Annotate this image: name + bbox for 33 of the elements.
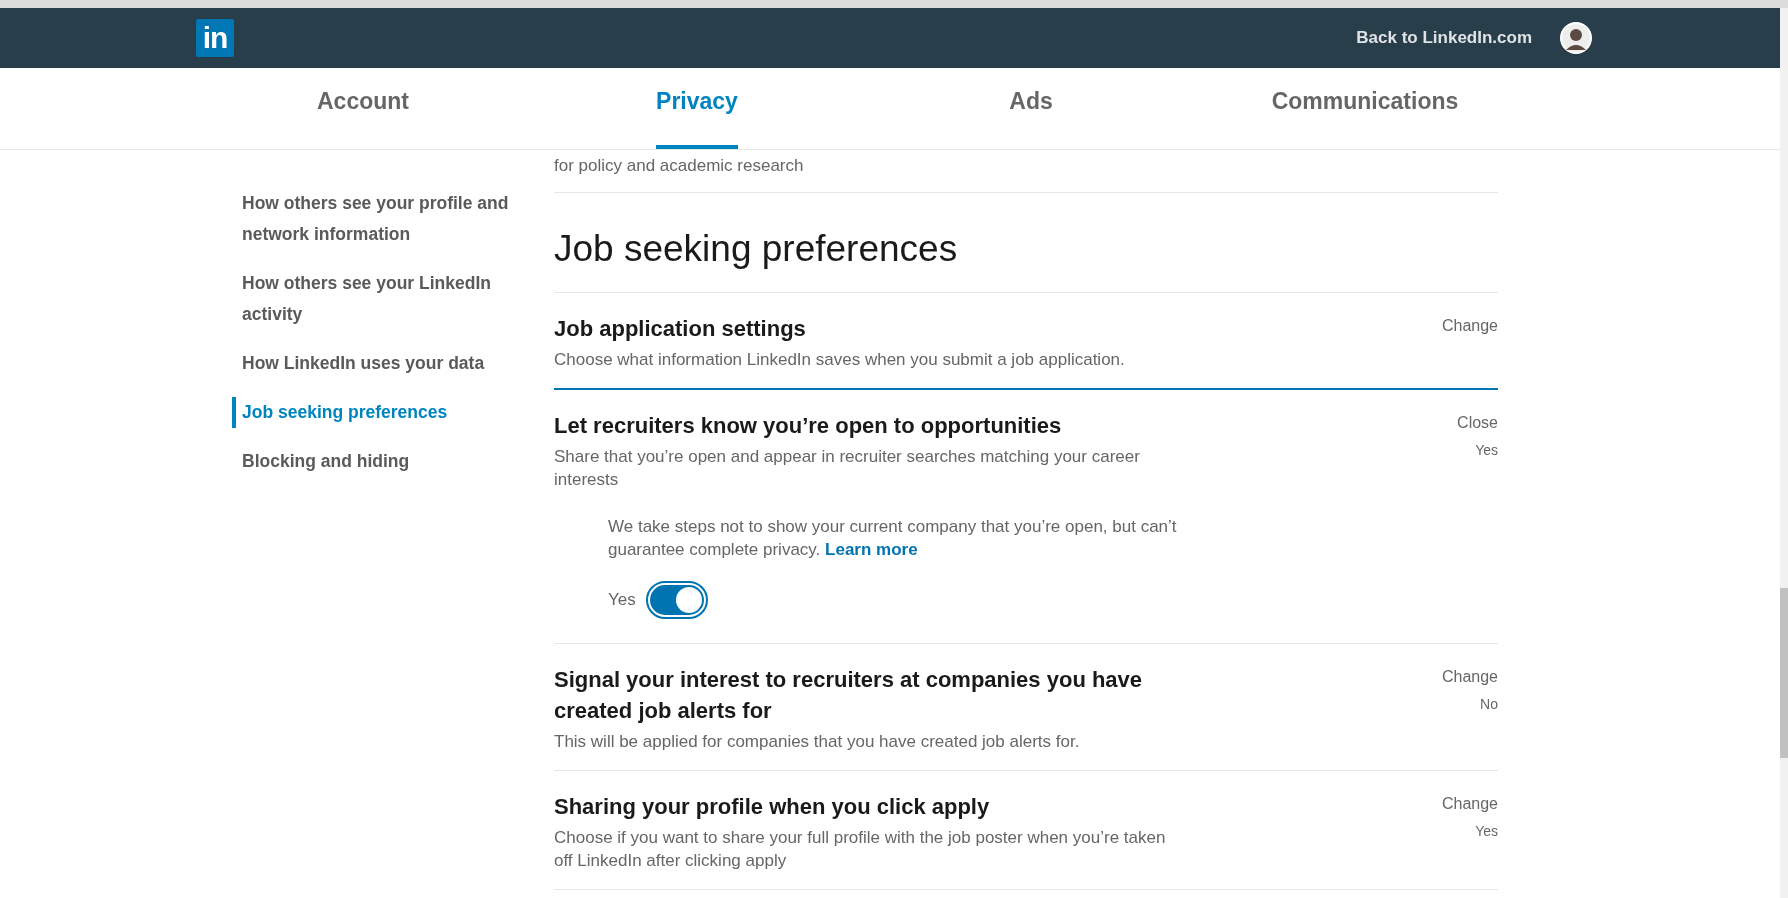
avatar-icon[interactable] [1560, 22, 1592, 54]
sidebar-item[interactable]: How LinkedIn uses your data [232, 348, 518, 379]
privacy-note: We take steps not to show your current company that you’re open, but can’t guarantee complete privacy. Learn more [608, 516, 1178, 561]
learn-more-link[interactable]: Learn more [825, 540, 918, 559]
close-link[interactable]: Close [1457, 414, 1498, 432]
setting-value: No [1480, 696, 1498, 712]
setting-description: Choose what information LinkedIn saves when you submit a job application. [554, 349, 1126, 371]
change-link[interactable]: Change [1441, 668, 1498, 686]
toggle-label: Yes [608, 590, 636, 610]
sidebar-item[interactable]: How others see your LinkedIn activity [232, 268, 518, 330]
back-link[interactable]: Back to LinkedIn.com [1356, 28, 1532, 48]
tab[interactable]: Communications [1271, 68, 1459, 149]
logo[interactable]: in [196, 19, 234, 57]
setting-title: Job application settings [554, 315, 807, 343]
setting-description: Choose if you want to share your full profile with the job poster when you’re taken off LinkedIn after clicking apply [554, 827, 1167, 872]
change-link[interactable]: Change [1441, 317, 1498, 335]
sidebar-item[interactable]: Job seeking preferences [232, 397, 518, 428]
sidebar-item[interactable]: How others see your profile and network information [232, 188, 518, 250]
setting-description: Share that you’re open and appear in recruiter searches matching your career interests [554, 446, 1141, 491]
setting-description: for policy and academic research [554, 150, 1498, 193]
change-link[interactable]: Change [1441, 795, 1498, 813]
tab[interactable]: Account [317, 68, 409, 149]
tab[interactable]: Privacy [656, 68, 738, 149]
setting-description: This will be applied for companies that you have created job alerts for. [554, 731, 1081, 753]
setting-title: Sharing your profile when you click apply [554, 793, 991, 821]
setting-value: Yes [1475, 442, 1498, 458]
sidebar-item[interactable]: Blocking and hiding [232, 446, 518, 477]
toggle-switch[interactable] [645, 581, 708, 619]
section-heading: Job seeking preferences [554, 193, 1498, 293]
setting-value: Yes [1475, 823, 1498, 839]
tab[interactable]: Ads [1009, 68, 1053, 149]
setting-title: Let recruiters know you’re open to opportunities [554, 412, 1063, 440]
setting-title: Signal your interest to recruiters at companies you have created job alerts for [554, 666, 1144, 725]
